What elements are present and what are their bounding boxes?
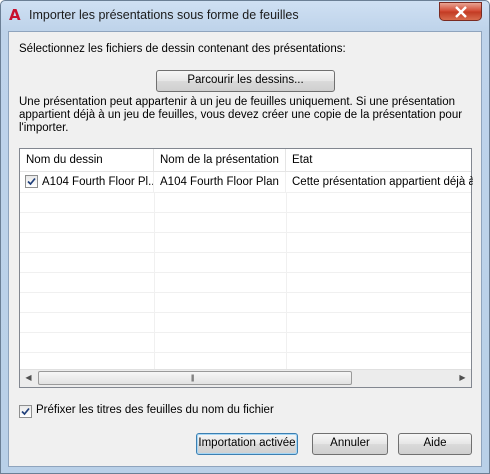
dialog-window: A Importer les présentations sous forme …: [0, 0, 490, 474]
select-files-label: Sélectionnez les fichiers de dessin cont…: [19, 43, 346, 55]
grid-line: [20, 272, 471, 273]
browse-drawings-button[interactable]: Parcourir les dessins...: [156, 70, 335, 92]
scroll-left-icon[interactable]: ◀: [20, 370, 37, 387]
column-header-drawing[interactable]: Nom du dessin: [20, 149, 154, 171]
cell-status: Cette présentation appartient déjà à: [292, 176, 473, 188]
grid-divider: [154, 192, 155, 370]
close-icon: [455, 6, 467, 18]
scroll-right-icon[interactable]: ▶: [454, 370, 471, 387]
column-header-layout[interactable]: Nom de la présentation: [154, 149, 286, 171]
autocad-icon: A: [9, 6, 21, 24]
dialog-body: Sélectionnez les fichiers de dessin cont…: [8, 31, 482, 467]
grid-line: [20, 332, 471, 333]
grid-line: [20, 212, 471, 213]
grid-line: [20, 312, 471, 313]
column-header-status[interactable]: Etat: [286, 149, 473, 171]
grid-line: [20, 232, 471, 233]
table-row[interactable]: A104 Fourth Floor Pl... A104 Fourth Floo…: [20, 172, 473, 193]
prefix-titles-label[interactable]: Préfixer les titres des feuilles du nom …: [36, 404, 274, 416]
cell-drawing-name: A104 Fourth Floor Pl...: [42, 172, 154, 192]
scroll-thumb[interactable]: |||: [38, 371, 352, 385]
checkmark-icon: [27, 177, 36, 186]
grid-line: [20, 252, 471, 253]
info-text: Une présentation peut appartenir à un je…: [19, 96, 463, 134]
close-button[interactable]: [439, 2, 482, 21]
cell-layout-name: A104 Fourth Floor Plan: [154, 172, 286, 192]
table-header: Nom du dessin Nom de la présentation Eta…: [20, 149, 471, 172]
prefix-titles-checkbox[interactable]: [19, 405, 32, 418]
grid-divider: [286, 192, 287, 370]
horizontal-scrollbar[interactable]: ◀ ||| ▶: [20, 369, 471, 387]
layouts-table: Nom du dessin Nom de la présentation Eta…: [19, 148, 473, 388]
title-bar[interactable]: A Importer les présentations sous forme …: [1, 1, 489, 31]
help-button[interactable]: Aide: [398, 433, 472, 455]
window-title: Importer les présentations sous forme de…: [29, 8, 299, 22]
row-checkbox[interactable]: [25, 175, 38, 188]
import-button[interactable]: Importation activée: [196, 433, 298, 455]
grid-line: [20, 292, 471, 293]
cancel-button[interactable]: Annuler: [312, 433, 388, 455]
grid-line: [20, 352, 471, 353]
grip-icon: |||: [191, 375, 195, 382]
checkmark-icon: [21, 407, 30, 416]
